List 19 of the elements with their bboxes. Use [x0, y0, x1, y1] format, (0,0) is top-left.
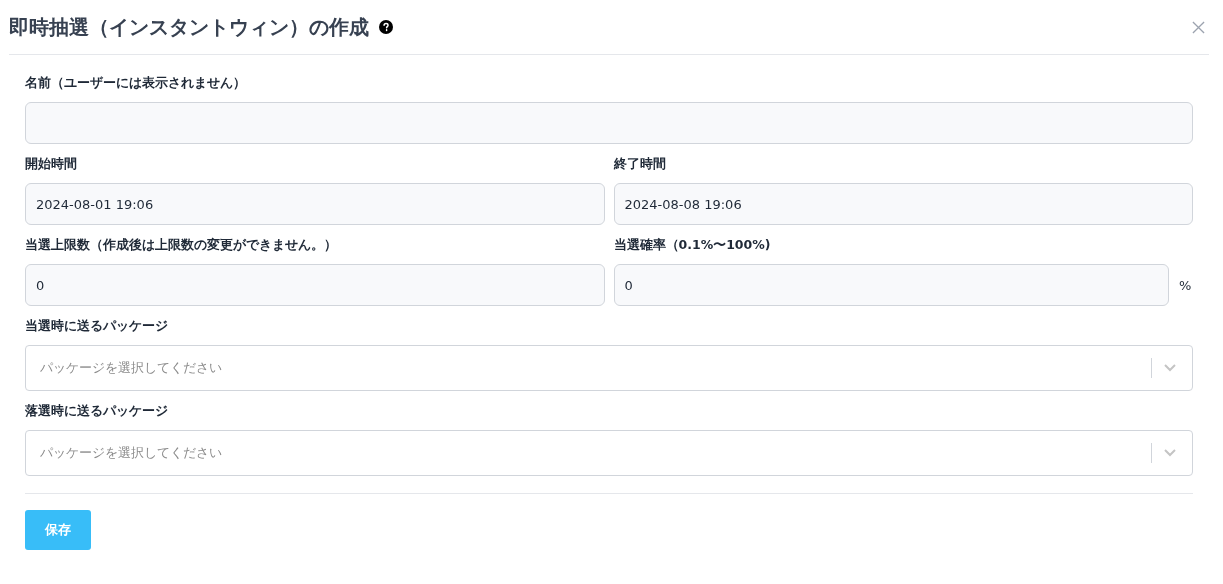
- chevron-down-icon: [1164, 364, 1176, 372]
- field-label: 当選時に送るパッケージ: [25, 318, 169, 335]
- chevron-down-icon: [1164, 449, 1176, 457]
- field-label: 終了時間: [613, 156, 667, 173]
- field-label: 開始時間: [25, 156, 78, 173]
- input-field[interactable]: 0: [613, 264, 1169, 306]
- input-field[interactable]: 2024-08-08 19:06: [613, 183, 1193, 225]
- field-label: 当選確率（0.1%〜100%): [613, 237, 772, 254]
- select-field[interactable]: パッケージを選択してください: [25, 430, 1193, 476]
- input-field[interactable]: [25, 102, 1193, 144]
- field-label: 当選上限数（作成後は上限数の変更ができません。）: [25, 237, 338, 254]
- input-field[interactable]: 2024-08-01 19:06: [25, 183, 605, 225]
- field-label: 名前（ユーザーには表示されません）: [25, 75, 247, 92]
- field-label: 落選時に送るパッケージ: [25, 403, 169, 420]
- input-field[interactable]: 0: [25, 264, 605, 306]
- unit-label: %: [1179, 277, 1193, 293]
- help-icon[interactable]: [379, 20, 393, 34]
- select-field[interactable]: パッケージを選択してください: [25, 345, 1193, 391]
- dialog-title: 即時抽選（インスタントウィン）の作成: [9, 13, 369, 41]
